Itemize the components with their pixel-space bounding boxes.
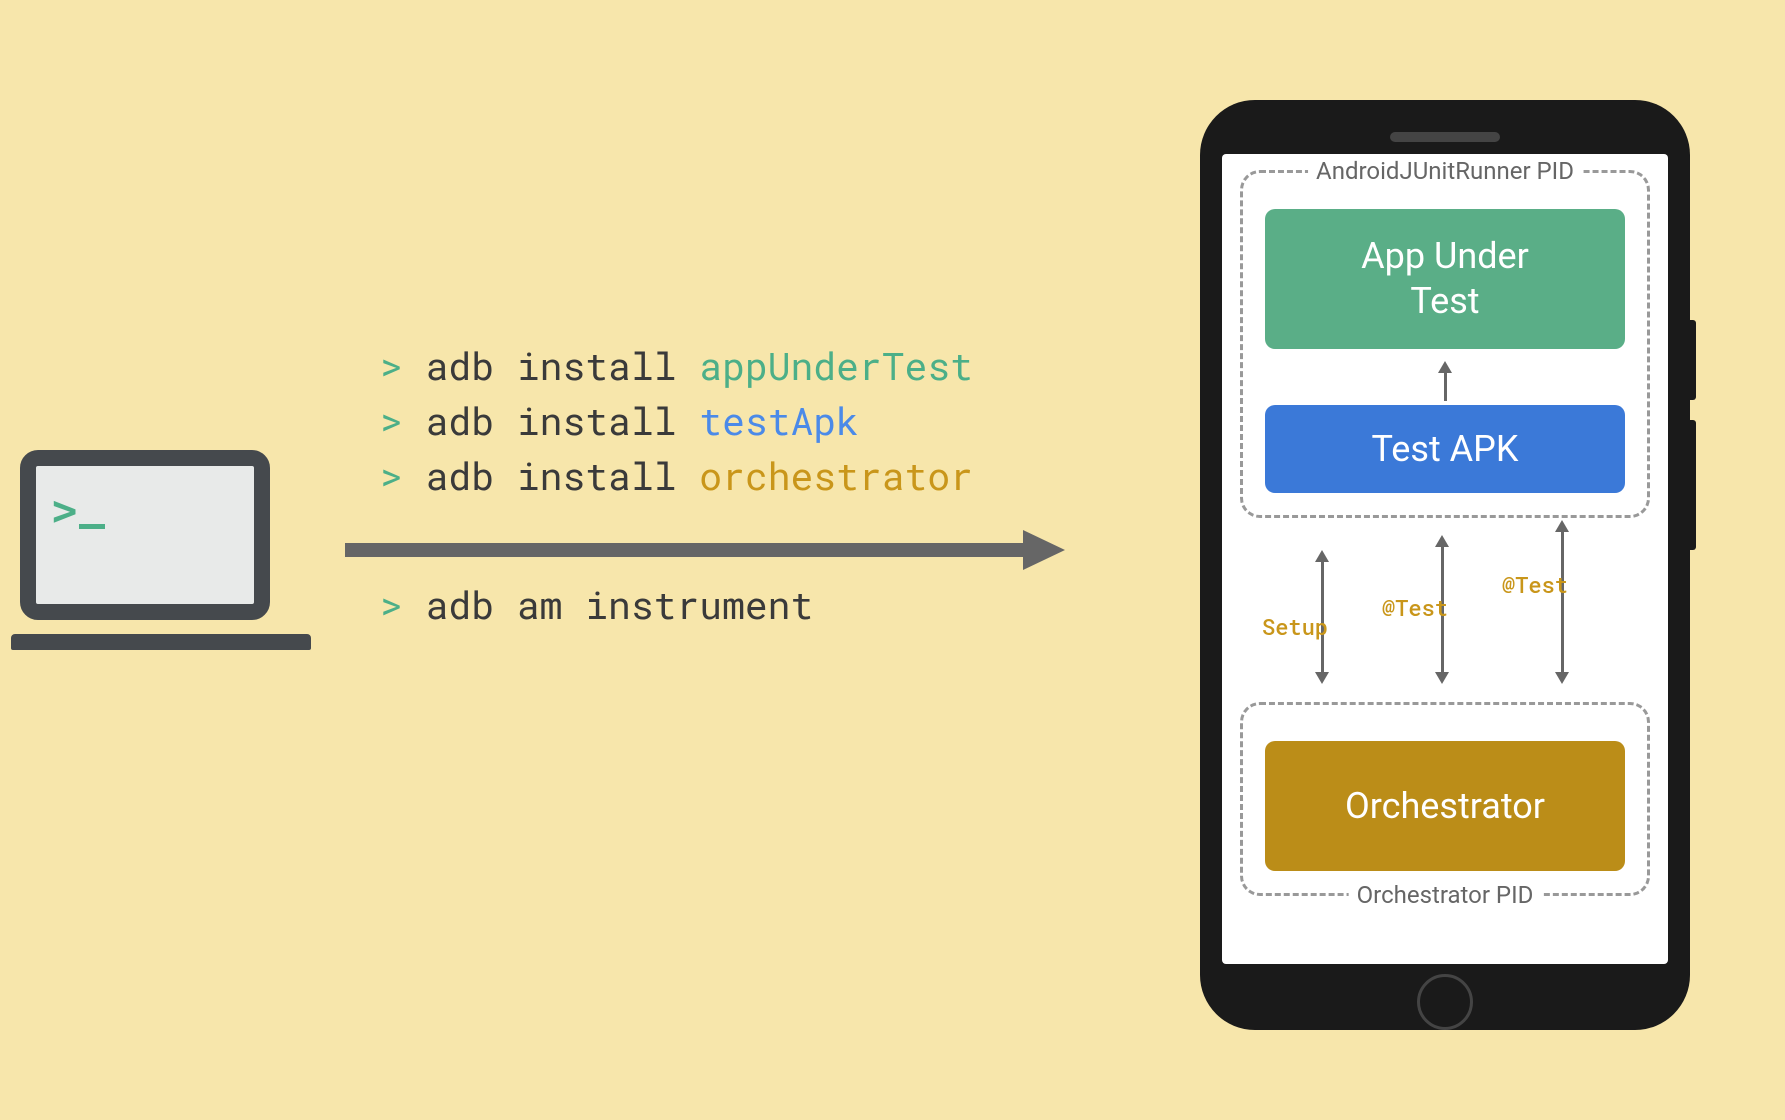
phone-screen: AndroidJUnitRunner PID App Under Test Te… <box>1222 154 1668 964</box>
flow-arrow <box>345 530 1065 570</box>
command-list: > adb install appUnderTest > adb install… <box>380 340 973 506</box>
command-line: > adb install appUnderTest <box>380 340 973 393</box>
arrow-up-icon <box>1438 361 1452 401</box>
test-arrow: @Test <box>1555 520 1569 684</box>
junit-runner-pid-box: AndroidJUnitRunner PID App Under Test Te… <box>1240 170 1650 518</box>
phone-speaker <box>1390 132 1500 142</box>
setup-arrow: Setup <box>1315 550 1329 684</box>
terminal-prompt-icon: > <box>52 486 77 535</box>
test-arrow: @Test <box>1435 535 1449 684</box>
phone-device: AndroidJUnitRunner PID App Under Test Te… <box>1200 100 1690 1030</box>
bidirectional-arrows: Setup @Test @Test <box>1240 530 1650 690</box>
laptop-screen: > <box>20 450 270 620</box>
laptop-icon: > <box>20 450 311 650</box>
instrument-command: > adb am instrument <box>380 580 813 630</box>
laptop-base <box>11 634 311 650</box>
pid-label: AndroidJUnitRunner PID <box>1308 157 1582 185</box>
command-line: > adb install testApk <box>380 395 973 448</box>
orchestrator-box: Orchestrator <box>1265 741 1625 871</box>
app-under-test-box: App Under Test <box>1265 209 1625 349</box>
pid-label: Orchestrator PID <box>1349 881 1542 909</box>
orchestrator-pid-box: Orchestrator Orchestrator PID <box>1240 702 1650 896</box>
terminal-cursor <box>79 524 105 529</box>
phone-home-button <box>1417 974 1473 1030</box>
test-apk-box: Test APK <box>1265 405 1625 493</box>
command-line: > adb install orchestrator <box>380 450 973 503</box>
